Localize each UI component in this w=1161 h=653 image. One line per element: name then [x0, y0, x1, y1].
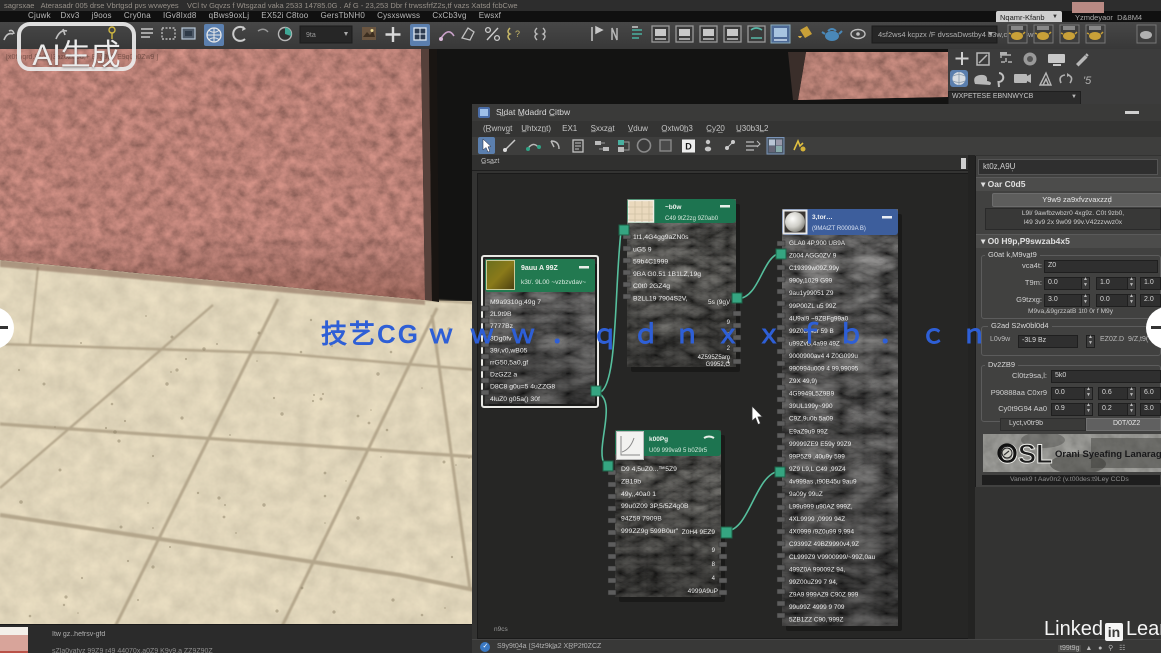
svg-text:4X0999 /9Z0u99 9,994: 4X0999 /9Z0u99 9,994 — [789, 529, 854, 536]
svg-text:9BA G0.51 1B1LZ,19g: 9BA G0.51 1B1LZ,19g — [633, 271, 701, 278]
svg-text:39UL199y~990: 39UL199y~990 — [789, 403, 833, 410]
svg-text:Orani Syeafing Lanarag: Orani Syeafing Lanarag — [1055, 449, 1161, 460]
svg-text:E9aZ9u9 99Z: E9aZ9u9 99Z — [789, 428, 828, 435]
svg-text:4999A9uP: 4999A9uP — [688, 588, 718, 595]
svg-text:990994u009 4 99,99095: 990994u009 4 99,99095 — [789, 366, 859, 373]
svg-text:GLA0 4P,900 UB9A: GLA0 4P,900 UB9A — [789, 240, 846, 247]
svg-text:C19399w09Z,99y: C19399w09Z,99y — [789, 265, 840, 272]
svg-text:9000900av4 4 Z0G099u: 9000900av4 4 Z0G099u — [789, 353, 858, 360]
svg-text:C9399Z 49BZ9990v4,9Z: C9399Z 49BZ9990v4,9Z — [789, 541, 859, 548]
svg-text:990y,1029 G99: 990y,1029 G99 — [789, 278, 833, 285]
svg-text:99u0Z09 3P,5/5Z4g0B: 99u0Z09 3P,5/5Z4g0B — [621, 503, 689, 510]
svg-text:'5: '5 — [1083, 75, 1092, 87]
svg-text:ZB19b: ZB19b — [621, 478, 641, 485]
svg-text:~b0w: ~b0w — [665, 204, 682, 211]
svg-text:U09 999va9 5 b0Z9r5: U09 999va9 5 b0Z9r5 — [649, 448, 708, 454]
svg-text:DzGZ2 a: DzGZ2 a — [490, 372, 517, 379]
svg-text:C0t0 2GZ4g: C0t0 2GZ4g — [633, 283, 670, 290]
svg-text:C9Z,9u0b 5a09: C9Z,9u0b 5a09 — [789, 416, 834, 423]
svg-text:99P00ZL u5 99Z: 99P00ZL u5 99Z — [789, 303, 836, 310]
svg-text:4G9949L5Z9B9: 4G9949L5Z9B9 — [789, 391, 835, 398]
svg-text:1t1,4G4gg9aZN0s: 1t1,4G4gg9aZN0s — [633, 234, 689, 241]
svg-text:k00Pg: k00Pg — [649, 436, 668, 443]
svg-text:CL999Z9 V9900999/~99Z,0au: CL999Z9 V9900999/~99Z,0au — [789, 554, 876, 561]
svg-text:9ta: 9ta — [306, 32, 316, 39]
svg-text:D8C8 g0u=5 4uZZG8: D8C8 g0u=5 4uZZG8 — [490, 384, 555, 391]
svg-text:4v999as ,t90B45u 9au9: 4v999as ,t90B45u 9au9 — [789, 478, 857, 485]
svg-text:5ZB1ZZ C90,’999Z: 5ZB1ZZ C90,’999Z — [789, 617, 843, 624]
svg-text:D: D — [685, 142, 692, 152]
svg-text:49y,,40a0 1: 49y,,40a0 1 — [621, 491, 656, 498]
svg-text:59b4C1999: 59b4C1999 — [633, 259, 668, 266]
svg-text:99999ZE9 E59y 99Z9: 99999ZE9 E59y 99Z9 — [789, 441, 852, 448]
svg-text:3,tor…: 3,tor… — [812, 214, 833, 221]
svg-text:D9 4,5uZ0...™5Z9: D9 4,5uZ0...™5Z9 — [621, 466, 677, 473]
svg-text:499Z0A 99009Z 94,: 499Z0A 99009Z 94, — [789, 566, 845, 573]
svg-text:9au1y99051 Z9: 9au1y99051 Z9 — [789, 290, 834, 297]
svg-text:94Z59 7909B: 94Z59 7909B — [621, 516, 662, 523]
svg-text:Z9A9 999AZ9 C90Z 999: Z9A9 999AZ9 C90Z 999 — [789, 591, 859, 598]
svg-text:99Z00uZ99 7 94,: 99Z00uZ99 7 94, — [789, 579, 838, 586]
svg-text:M9a9310g,49g 7: M9a9310g,49g 7 — [490, 299, 541, 306]
svg-text:?: ? — [515, 29, 520, 39]
svg-text:Z004 AGG0ZV 9: Z004 AGG0ZV 9 — [789, 253, 837, 260]
svg-text:rrG50,5a0,gf: rrG50,5a0,gf — [490, 360, 528, 367]
svg-text:B2LL19 7904S2V,: B2LL19 7904S2V, — [633, 296, 688, 303]
svg-text:k3t/. 9L00 ~vzbzvdav~: k3t/. 9L00 ~vzbzvdav~ — [521, 279, 586, 286]
svg-text:4luZ0 g05a() 30f: 4luZ0 g05a() 30f — [490, 396, 540, 403]
svg-text:L99u999 u90AZ 999Z,: L99u999 u90AZ 999Z, — [789, 504, 853, 511]
svg-text:C49 9tZ2zg 9Z0ab0: C49 9tZ2zg 9Z0ab0 — [665, 216, 719, 222]
svg-text:uG5 9: uG5 9 — [633, 246, 652, 253]
svg-text:Z0H4 9EZ9: Z0H4 9EZ9 — [682, 529, 716, 536]
svg-text:(9MAtZT R0009A B): (9MAtZT R0009A B) — [812, 226, 866, 232]
svg-text:G9952,G: G9952,G — [706, 362, 731, 368]
svg-text:9Z9 L9,L C49 ,99Z4: 9Z9 L9,L C49 ,99Z4 — [789, 466, 846, 473]
svg-text:9a09y 99uZ: 9a09y 99uZ — [789, 491, 823, 498]
svg-text:4XL9999 ,0999 94Z: 4XL9999 ,0999 94Z — [789, 516, 845, 523]
svg-text:99u99Z 4999 9 709: 99u99Z 4999 9 709 — [789, 604, 845, 611]
svg-text:9auu A 99Z: 9auu A 99Z — [521, 265, 559, 272]
svg-text:5s (9g)/: 5s (9g)/ — [708, 299, 730, 306]
svg-text:Z9X 49,9): Z9X 49,9) — [789, 378, 817, 385]
svg-text:4Z595Z5am: 4Z595Z5am — [698, 355, 730, 361]
svg-text:99P5Z9 ,40u9y 599: 99P5Z9 ,40u9y 599 — [789, 453, 845, 460]
svg-text:999ZZ9g 599B0ur″: 999ZZ9g 599B0ur″ — [621, 528, 679, 535]
